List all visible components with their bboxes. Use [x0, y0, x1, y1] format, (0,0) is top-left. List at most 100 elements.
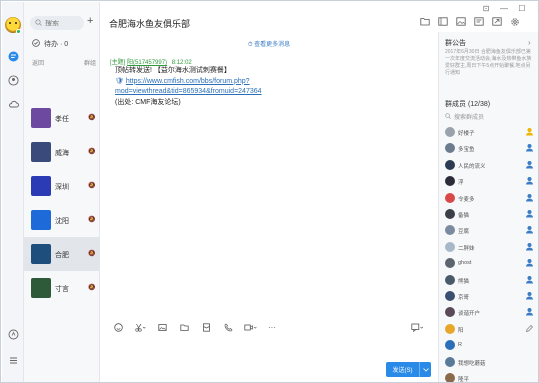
member-row[interactable]: 熊猫 [439, 273, 538, 288]
conversation-item[interactable]: 沈阳 🔕 [24, 203, 100, 237]
video-icon[interactable] [239, 320, 261, 334]
member-search[interactable]: 搜索群成员 [445, 112, 484, 121]
admin-icon [526, 275, 533, 284]
conversation-item[interactable]: 威海 🔕 [24, 135, 100, 169]
member-row[interactable]: 我想吃蘑菇 [439, 355, 538, 370]
member-name: 浮 [458, 180, 464, 187]
admin-icon [526, 160, 533, 169]
member-row[interactable]: 豆腐 [439, 223, 538, 238]
conversation-item[interactable]: 深圳 🔕 [24, 169, 100, 203]
member-avatar [445, 241, 455, 252]
chevron-right-icon[interactable]: › [528, 38, 531, 47]
group-avatar [31, 176, 51, 196]
conversation-name: 合肥 [55, 252, 69, 259]
chat-panel: 合肥海水鱼友俱乐部 ⏱ 查看更多消息 [主题] 阳(517457997) 8:1… [101, 2, 437, 382]
member-avatar [445, 274, 455, 285]
member-name: 熊猫 [458, 278, 470, 285]
todo-item[interactable]: 待办 · 0 [32, 39, 68, 49]
back-link[interactable]: 返回 [32, 58, 44, 67]
notice-text[interactable]: 2017年6月30日 合肥海鱼友俱乐部已第一次年度交流活动会,海水及热带鱼水族爱… [445, 49, 535, 77]
group-filter-label[interactable]: 群组 [84, 58, 96, 67]
message-link[interactable]: https://www.cmfish.com/bbs/forum.php? [126, 78, 250, 85]
group-avatar [31, 210, 51, 230]
member-name: 京哥 [458, 295, 470, 301]
conversation-item[interactable]: 孝任 🔕 [24, 101, 100, 135]
chat-header-icons [419, 16, 520, 27]
member-name: 谈谐开户 [458, 311, 481, 318]
conversation-item[interactable]: 合肥 🔕 [24, 237, 100, 271]
edit-icon[interactable] [525, 324, 534, 333]
left-rail [2, 2, 24, 382]
share-icon[interactable] [491, 16, 502, 27]
search-input[interactable] [45, 19, 85, 27]
member-name: 令麦多 [458, 196, 475, 203]
member-row[interactable]: 令麦多 [439, 191, 538, 206]
member-name: 二胖妹 [458, 245, 475, 252]
member-row[interactable]: ghost [439, 256, 538, 271]
member-row[interactable]: 人民的流义 [439, 158, 538, 173]
search-box[interactable] [30, 16, 85, 30]
announcement-icon[interactable] [473, 16, 484, 27]
member-row[interactable]: 多宝鱼 [439, 141, 538, 156]
member-row[interactable]: 谈谐开户 [439, 305, 538, 320]
add-button[interactable]: + [87, 15, 93, 27]
admin-icon [526, 226, 533, 234]
close-icon[interactable]: ✕ [535, 3, 538, 13]
album-icon[interactable] [437, 16, 448, 27]
pin-icon[interactable]: ⊡ [481, 3, 491, 13]
admin-icon [526, 292, 533, 300]
history-icon[interactable] [406, 320, 428, 334]
mute-icon: 🔕 [88, 217, 96, 223]
conversation-name: 寸言 [55, 286, 69, 293]
window-controls: ⊡ — ☐ ✕ [481, 3, 538, 13]
mini-app-icon[interactable] [7, 328, 19, 340]
member-row[interactable]: 备猫 [439, 207, 538, 222]
member-row[interactable]: R [439, 338, 538, 353]
message-source: (出处: CMF海友论坛) [115, 98, 181, 106]
member-row[interactable]: 浮 [439, 174, 538, 189]
menu-icon[interactable] [7, 354, 19, 366]
chevron-down-icon[interactable] [419, 362, 431, 377]
admin-icon [526, 308, 533, 316]
member-avatar [445, 323, 455, 334]
folder-icon[interactable] [173, 320, 195, 334]
more-history-link[interactable]: ⏱ 查看更多消息 [101, 39, 437, 49]
members-title: 群成员 (12/38) [445, 101, 491, 108]
mute-icon: 🔕 [88, 149, 96, 155]
member-row[interactable]: 隆平 [439, 371, 538, 383]
emoji-icon[interactable] [107, 320, 129, 334]
message-link-cont[interactable]: mod=viewthread&tid=865934&fromuid=247364 [115, 88, 262, 95]
minimize-icon[interactable]: — [499, 3, 509, 13]
more-icon[interactable]: ··· [261, 320, 283, 334]
mute-icon: 🔕 [88, 115, 96, 121]
conversation-name: 深圳 [55, 184, 69, 191]
message-body: 顶帖转发送! 【益尔海水测试刺赛餐】 🛡 https://www.cmfish.… [115, 66, 345, 108]
cloud-icon[interactable] [7, 98, 19, 110]
member-row[interactable]: 京哥 [439, 289, 538, 304]
red-packet-icon[interactable] [195, 320, 217, 334]
member-name: 隆平 [458, 377, 470, 383]
member-row[interactable]: 二胖妹 [439, 240, 538, 255]
member-avatar [445, 373, 455, 382]
check-circle-icon [32, 39, 40, 49]
image-icon[interactable] [151, 320, 173, 334]
mute-icon: 🔕 [88, 183, 96, 189]
folder-icon[interactable] [419, 16, 430, 27]
conversation-list-panel: + 待办 · 0 返回 群组 孝任 🔕 威海 🔕 深圳 🔕 沈阳 🔕 合肥 🔕 寸言 🔕 [24, 2, 100, 382]
notice-title: 群公告 [445, 40, 466, 47]
chat-icon[interactable] [7, 50, 19, 62]
member-avatar [445, 143, 455, 154]
group-avatar [31, 278, 51, 298]
contacts-icon[interactable] [7, 74, 19, 86]
member-row[interactable]: 阳 [439, 322, 538, 337]
settings-icon[interactable] [509, 16, 520, 27]
send-button[interactable]: 发送(S) [386, 362, 431, 377]
member-avatar [445, 307, 455, 318]
maximize-icon[interactable]: ☐ [517, 3, 527, 13]
image-icon[interactable] [455, 16, 466, 27]
member-row[interactable]: 好楼子 [439, 125, 538, 140]
member-avatar [445, 192, 455, 203]
scissors-icon[interactable] [129, 320, 151, 334]
phone-icon[interactable] [217, 320, 239, 334]
conversation-item[interactable]: 寸言 🔕 [24, 271, 100, 305]
